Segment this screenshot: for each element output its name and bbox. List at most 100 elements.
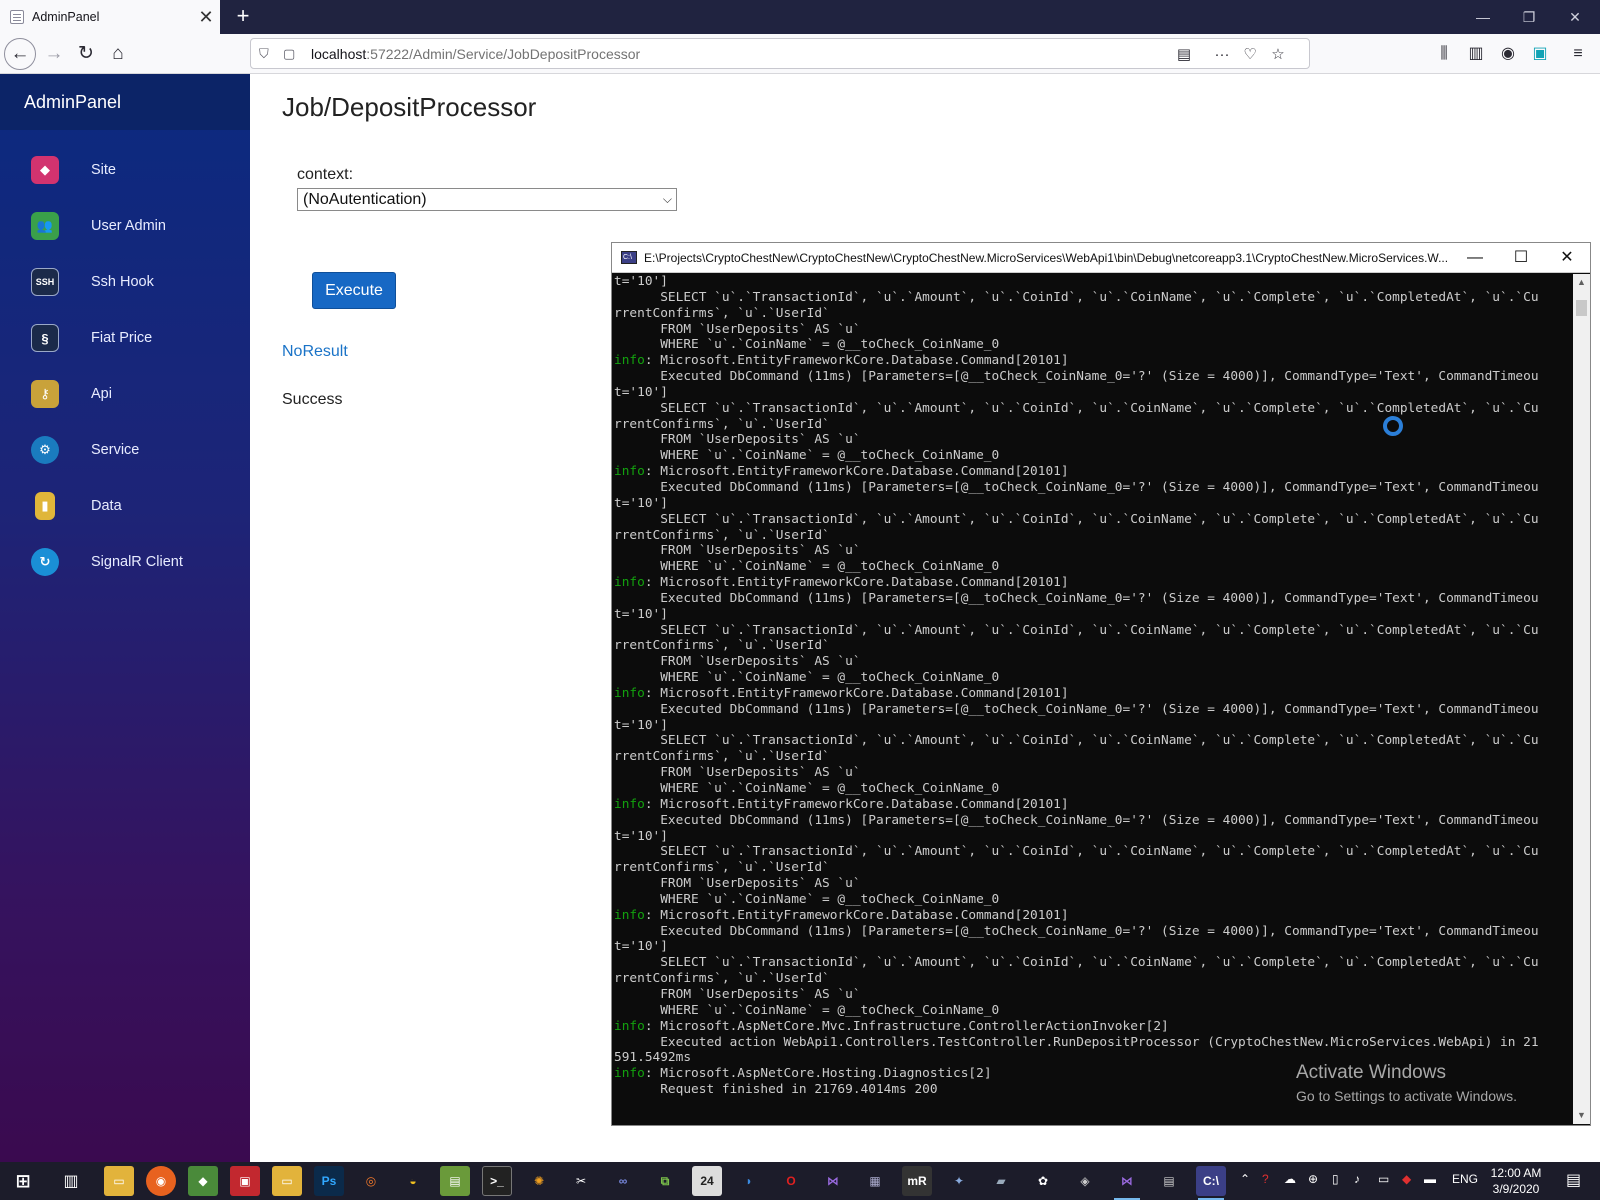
home-button[interactable]: ⌂ bbox=[102, 38, 134, 70]
file-explorer-icon[interactable]: ▭ bbox=[104, 1166, 134, 1196]
calendar-icon[interactable]: 24 bbox=[692, 1166, 722, 1196]
console-line-text: WHERE `u`.`CoinName` = @__toCheck_CoinNa… bbox=[614, 781, 1000, 796]
page-actions-icon[interactable]: ··· bbox=[1211, 44, 1233, 66]
app-icon-14[interactable]: ⧉ bbox=[650, 1166, 680, 1196]
console-taskbar-icon[interactable]: C:\ bbox=[1196, 1166, 1226, 1200]
scrollbar-thumb[interactable] bbox=[1576, 300, 1587, 316]
firefox-icon[interactable]: ◉ bbox=[146, 1166, 176, 1196]
app-icon-22[interactable]: ▰ bbox=[986, 1166, 1016, 1196]
back-button[interactable]: ← bbox=[4, 38, 36, 70]
console-line: SELECT `u`.`TransactionId`, `u`.`Amount`… bbox=[614, 623, 1572, 639]
tracking-shield-icon[interactable]: ⛉ bbox=[259, 46, 273, 62]
tray-chat-icon[interactable]: ▬ bbox=[1424, 1172, 1436, 1186]
execute-button[interactable]: Execute bbox=[312, 272, 396, 309]
app-icon-26[interactable]: ▤ bbox=[1154, 1166, 1184, 1196]
menu-hamburger-icon[interactable]: ≡ bbox=[1566, 42, 1590, 66]
app-icon-9[interactable]: ▤ bbox=[440, 1166, 470, 1196]
folder-icon[interactable]: ▭ bbox=[272, 1166, 302, 1196]
app-icon-12[interactable]: ✂ bbox=[566, 1166, 596, 1196]
tray-app-icon[interactable]: ? bbox=[1262, 1172, 1269, 1186]
photoshop-icon[interactable]: Ps bbox=[314, 1166, 344, 1196]
tab-close-icon[interactable]: ✕ bbox=[192, 7, 220, 28]
console-window[interactable]: C:\ E:\Projects\CryptoChestNew\CryptoChe… bbox=[611, 242, 1591, 1126]
app-icon-24[interactable]: ◈ bbox=[1070, 1166, 1100, 1196]
page-favicon-icon bbox=[10, 10, 24, 24]
console-scrollbar[interactable]: ▲ ▼ bbox=[1573, 274, 1590, 1124]
visual-studio-active-icon[interactable]: ⋈ bbox=[1112, 1166, 1142, 1200]
app-icon-21[interactable]: ✦ bbox=[944, 1166, 974, 1196]
page-info-icon[interactable]: ▢ bbox=[283, 46, 295, 62]
app-icon-11[interactable]: ✺ bbox=[524, 1166, 554, 1196]
console-line: WHERE `u`.`CoinName` = @__toCheck_CoinNa… bbox=[614, 448, 1572, 464]
app-icon-8[interactable]: ◒ bbox=[398, 1166, 428, 1196]
taskbar-clock[interactable]: 12:00 AM 3/9/2020 bbox=[1486, 1165, 1546, 1197]
tray-cloud-icon[interactable]: ☁ bbox=[1284, 1172, 1296, 1186]
app-icon-23[interactable]: ✿ bbox=[1028, 1166, 1058, 1196]
tray-red-icon[interactable]: ◆ bbox=[1402, 1172, 1411, 1186]
forward-button[interactable]: → bbox=[38, 38, 70, 70]
console-line: Executed DbCommand (11ms) [Parameters=[@… bbox=[614, 924, 1572, 940]
console-output[interactable]: t='10'] SELECT `u`.`TransactionId`, `u`.… bbox=[612, 274, 1572, 1124]
start-windows-icon[interactable]: ⊞ bbox=[8, 1166, 38, 1196]
close-window-button[interactable]: ✕ bbox=[1552, 0, 1598, 34]
app-icon-3[interactable]: ◆ bbox=[188, 1166, 218, 1196]
console-line-text: : Microsoft.EntityFrameworkCore.Database… bbox=[644, 353, 1069, 369]
language-indicator[interactable]: ENG bbox=[1452, 1172, 1478, 1186]
console-line: info: Microsoft.AspNetCore.Mvc.Infrastru… bbox=[614, 1019, 1572, 1035]
app-icon-16[interactable]: ◗ bbox=[734, 1166, 764, 1196]
bookmark-star-icon[interactable]: ☆ bbox=[1267, 44, 1289, 66]
library-icon[interactable]: ⫼ bbox=[1432, 42, 1456, 66]
console-line-text: SELECT `u`.`TransactionId`, `u`.`Amount`… bbox=[614, 955, 1539, 971]
result-link[interactable]: NoResult bbox=[282, 343, 348, 361]
battery-icon[interactable]: ▯ bbox=[1332, 1172, 1339, 1186]
sidebar-item-signalr-client[interactable]: ↻ SignalR Client bbox=[0, 542, 250, 582]
task-view-icon[interactable]: ▥ bbox=[56, 1166, 86, 1196]
console-minimize-button[interactable]: — bbox=[1452, 243, 1498, 273]
tray-overflow-icon[interactable]: ⌃ bbox=[1240, 1172, 1250, 1186]
tab-title: AdminPanel bbox=[32, 10, 100, 24]
console-titlebar[interactable]: C:\ E:\Projects\CryptoChestNew\CryptoChe… bbox=[612, 243, 1590, 273]
sidebar-item-user-admin[interactable]: 👥 User Admin bbox=[0, 206, 250, 246]
console-close-button[interactable]: ✕ bbox=[1544, 243, 1590, 273]
restore-window-button[interactable]: ❐ bbox=[1506, 0, 1552, 34]
console-line-text: WHERE `u`.`CoinName` = @__toCheck_CoinNa… bbox=[614, 670, 1000, 686]
new-tab-button[interactable]: + bbox=[230, 4, 256, 30]
account-icon[interactable]: ◉ bbox=[1496, 42, 1520, 66]
browser-tab[interactable]: AdminPanel ✕ bbox=[0, 0, 220, 34]
sidebar-item-api[interactable]: ⚷ Api bbox=[0, 374, 250, 414]
volume-icon[interactable]: ♪ bbox=[1354, 1172, 1360, 1186]
save-extension-icon[interactable]: ▣ bbox=[1528, 42, 1552, 66]
address-bar-url[interactable]: localhost:57222/Admin/Service/JobDeposit… bbox=[311, 46, 640, 62]
sidebar-item-service[interactable]: ⚙ Service bbox=[0, 430, 250, 470]
sidebar-brand[interactable]: AdminPanel bbox=[0, 74, 250, 130]
reload-button[interactable]: ↻ bbox=[70, 38, 102, 70]
console-line: WHERE `u`.`CoinName` = @__toCheck_CoinNa… bbox=[614, 337, 1572, 353]
reader-view-icon[interactable]: ▤ bbox=[1173, 44, 1195, 66]
console-line: info: Microsoft.EntityFrameworkCore.Data… bbox=[614, 575, 1572, 591]
minimize-window-button[interactable]: — bbox=[1460, 0, 1506, 34]
visual-studio-icon[interactable]: ⋈ bbox=[818, 1166, 848, 1196]
sidebar-item-ssh-hook[interactable]: SSH Ssh Hook bbox=[0, 262, 250, 302]
console-maximize-button[interactable]: ☐ bbox=[1498, 243, 1544, 273]
pocket-icon[interactable]: ♡ bbox=[1239, 44, 1261, 66]
context-select[interactable]: (NoAutentication) ⌵ bbox=[297, 188, 677, 211]
sidebar-item-fiat-price[interactable]: § Fiat Price bbox=[0, 318, 250, 358]
app-icon-20[interactable]: mR bbox=[902, 1166, 932, 1196]
log-level-prefix: info bbox=[614, 685, 645, 701]
network-globe-icon[interactable]: ⊕ bbox=[1308, 1172, 1318, 1186]
scroll-up-arrow-icon[interactable]: ▲ bbox=[1573, 274, 1590, 291]
sidebar-toggle-icon[interactable]: ▥ bbox=[1464, 42, 1488, 66]
app-icon-19[interactable]: ▦ bbox=[860, 1166, 890, 1196]
app-icon-4[interactable]: ▣ bbox=[230, 1166, 260, 1196]
notifications-icon[interactable]: ▤ bbox=[1566, 1170, 1581, 1190]
tray-display-icon[interactable]: ▭ bbox=[1378, 1172, 1389, 1186]
blender-icon[interactable]: ◎ bbox=[356, 1166, 386, 1196]
log-level-prefix: info bbox=[614, 575, 645, 591]
opera-icon[interactable]: O bbox=[776, 1166, 806, 1196]
terminal-icon[interactable]: >_ bbox=[482, 1166, 512, 1196]
address-bar[interactable]: ⛉ ▢ localhost:57222/Admin/Service/JobDep… bbox=[250, 38, 1310, 69]
app-icon-13[interactable]: ∞ bbox=[608, 1166, 638, 1196]
scroll-down-arrow-icon[interactable]: ▼ bbox=[1573, 1107, 1590, 1124]
sidebar-item-site[interactable]: ◆ Site bbox=[0, 150, 250, 190]
sidebar-item-data[interactable]: ▮ Data bbox=[0, 486, 250, 526]
